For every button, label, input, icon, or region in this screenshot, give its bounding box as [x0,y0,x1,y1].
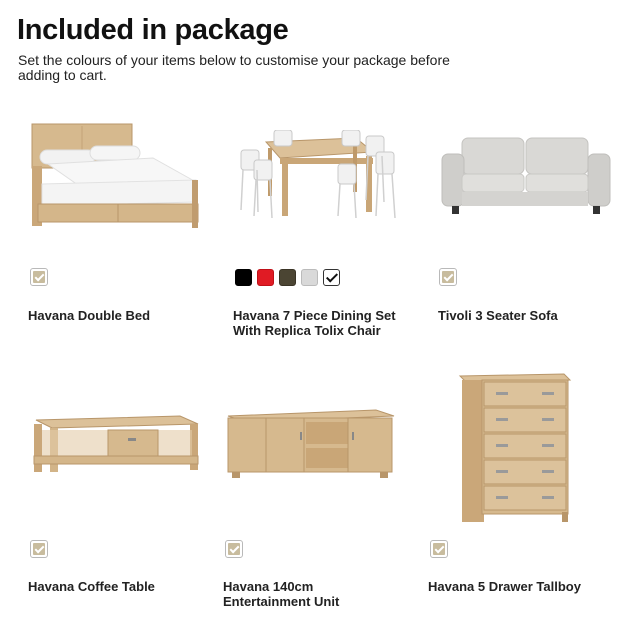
checkmark-icon [33,271,45,283]
sofa-image [441,137,611,214]
swatch-black[interactable] [235,269,252,286]
checkmark-icon [433,543,445,555]
swatch-light-grey[interactable] [301,269,318,286]
checkmark-icon [442,271,454,283]
package-page: Included in package Set the colours of y… [0,0,630,620]
checkmark-icon [228,543,240,555]
swatch-dark-olive[interactable] [279,269,296,286]
include-checkbox-tallboy[interactable] [430,540,448,558]
colour-swatches [235,269,340,286]
include-checkbox-bed[interactable] [30,268,48,286]
item-name: Havana 7 Piece Dining Set With Replica T… [233,308,396,338]
swatch-white-selected[interactable] [323,269,340,286]
item-name: Havana 140cm Entertainment Unit [223,579,340,609]
page-subtitle: Set the colours of your items below to c… [18,52,450,83]
item-name: Havana 5 Drawer Tallboy [428,579,581,594]
coffee-table-image [33,415,199,472]
bed-image [31,123,199,228]
checkmark-icon [33,543,45,555]
dining-set-image [240,130,396,219]
page-title: Included in package [17,14,289,46]
include-checkbox-sofa[interactable] [439,268,457,286]
tv-unit-image [227,409,395,478]
tallboy-image [458,373,572,522]
item-name: Tivoli 3 Seater Sofa [438,308,558,323]
item-name: Havana Coffee Table [28,579,155,594]
item-name: Havana Double Bed [28,308,151,323]
swatch-red[interactable] [257,269,274,286]
include-checkbox-coffee-table[interactable] [30,540,48,558]
include-checkbox-entertainment-unit[interactable] [225,540,243,558]
